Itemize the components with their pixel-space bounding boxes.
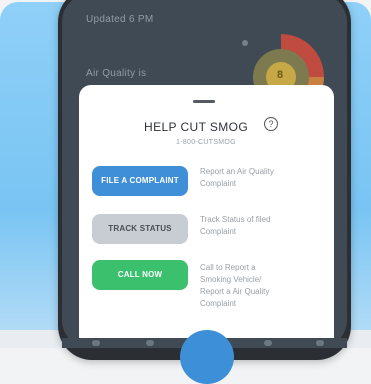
air-quality-text: Air Quality is: [86, 68, 147, 79]
file-complaint-description: Report an Air Quality Complaint: [200, 167, 274, 188]
sheet-drag-handle[interactable]: [193, 100, 215, 103]
nav-item-alerts[interactable]: [264, 340, 272, 346]
help-icon[interactable]: ?: [264, 117, 278, 131]
nav-item-map[interactable]: [146, 340, 154, 346]
call-now-description: Call to Report a Smoking Vehicle/ Report…: [200, 263, 270, 308]
sheet-subtitle: 1-800-CUTSMOG: [176, 139, 236, 146]
gauge-value: 8: [277, 69, 284, 81]
call-now-button[interactable]: CALL NOW: [92, 260, 188, 290]
nav-item-home[interactable]: [92, 340, 100, 346]
nav-item-settings[interactable]: [316, 340, 324, 346]
track-status-button[interactable]: TRACK STATUS: [92, 214, 188, 244]
center-action-button[interactable]: [180, 330, 234, 384]
indicator-dot: [242, 40, 248, 46]
sheet-title: HELP CUT SMOG: [144, 120, 249, 134]
track-status-description: Track Status of filed Complaint: [200, 215, 271, 236]
file-complaint-button[interactable]: FILE A COMPLAINT: [92, 166, 188, 196]
updated-text: Updated 6 PM: [86, 14, 154, 25]
